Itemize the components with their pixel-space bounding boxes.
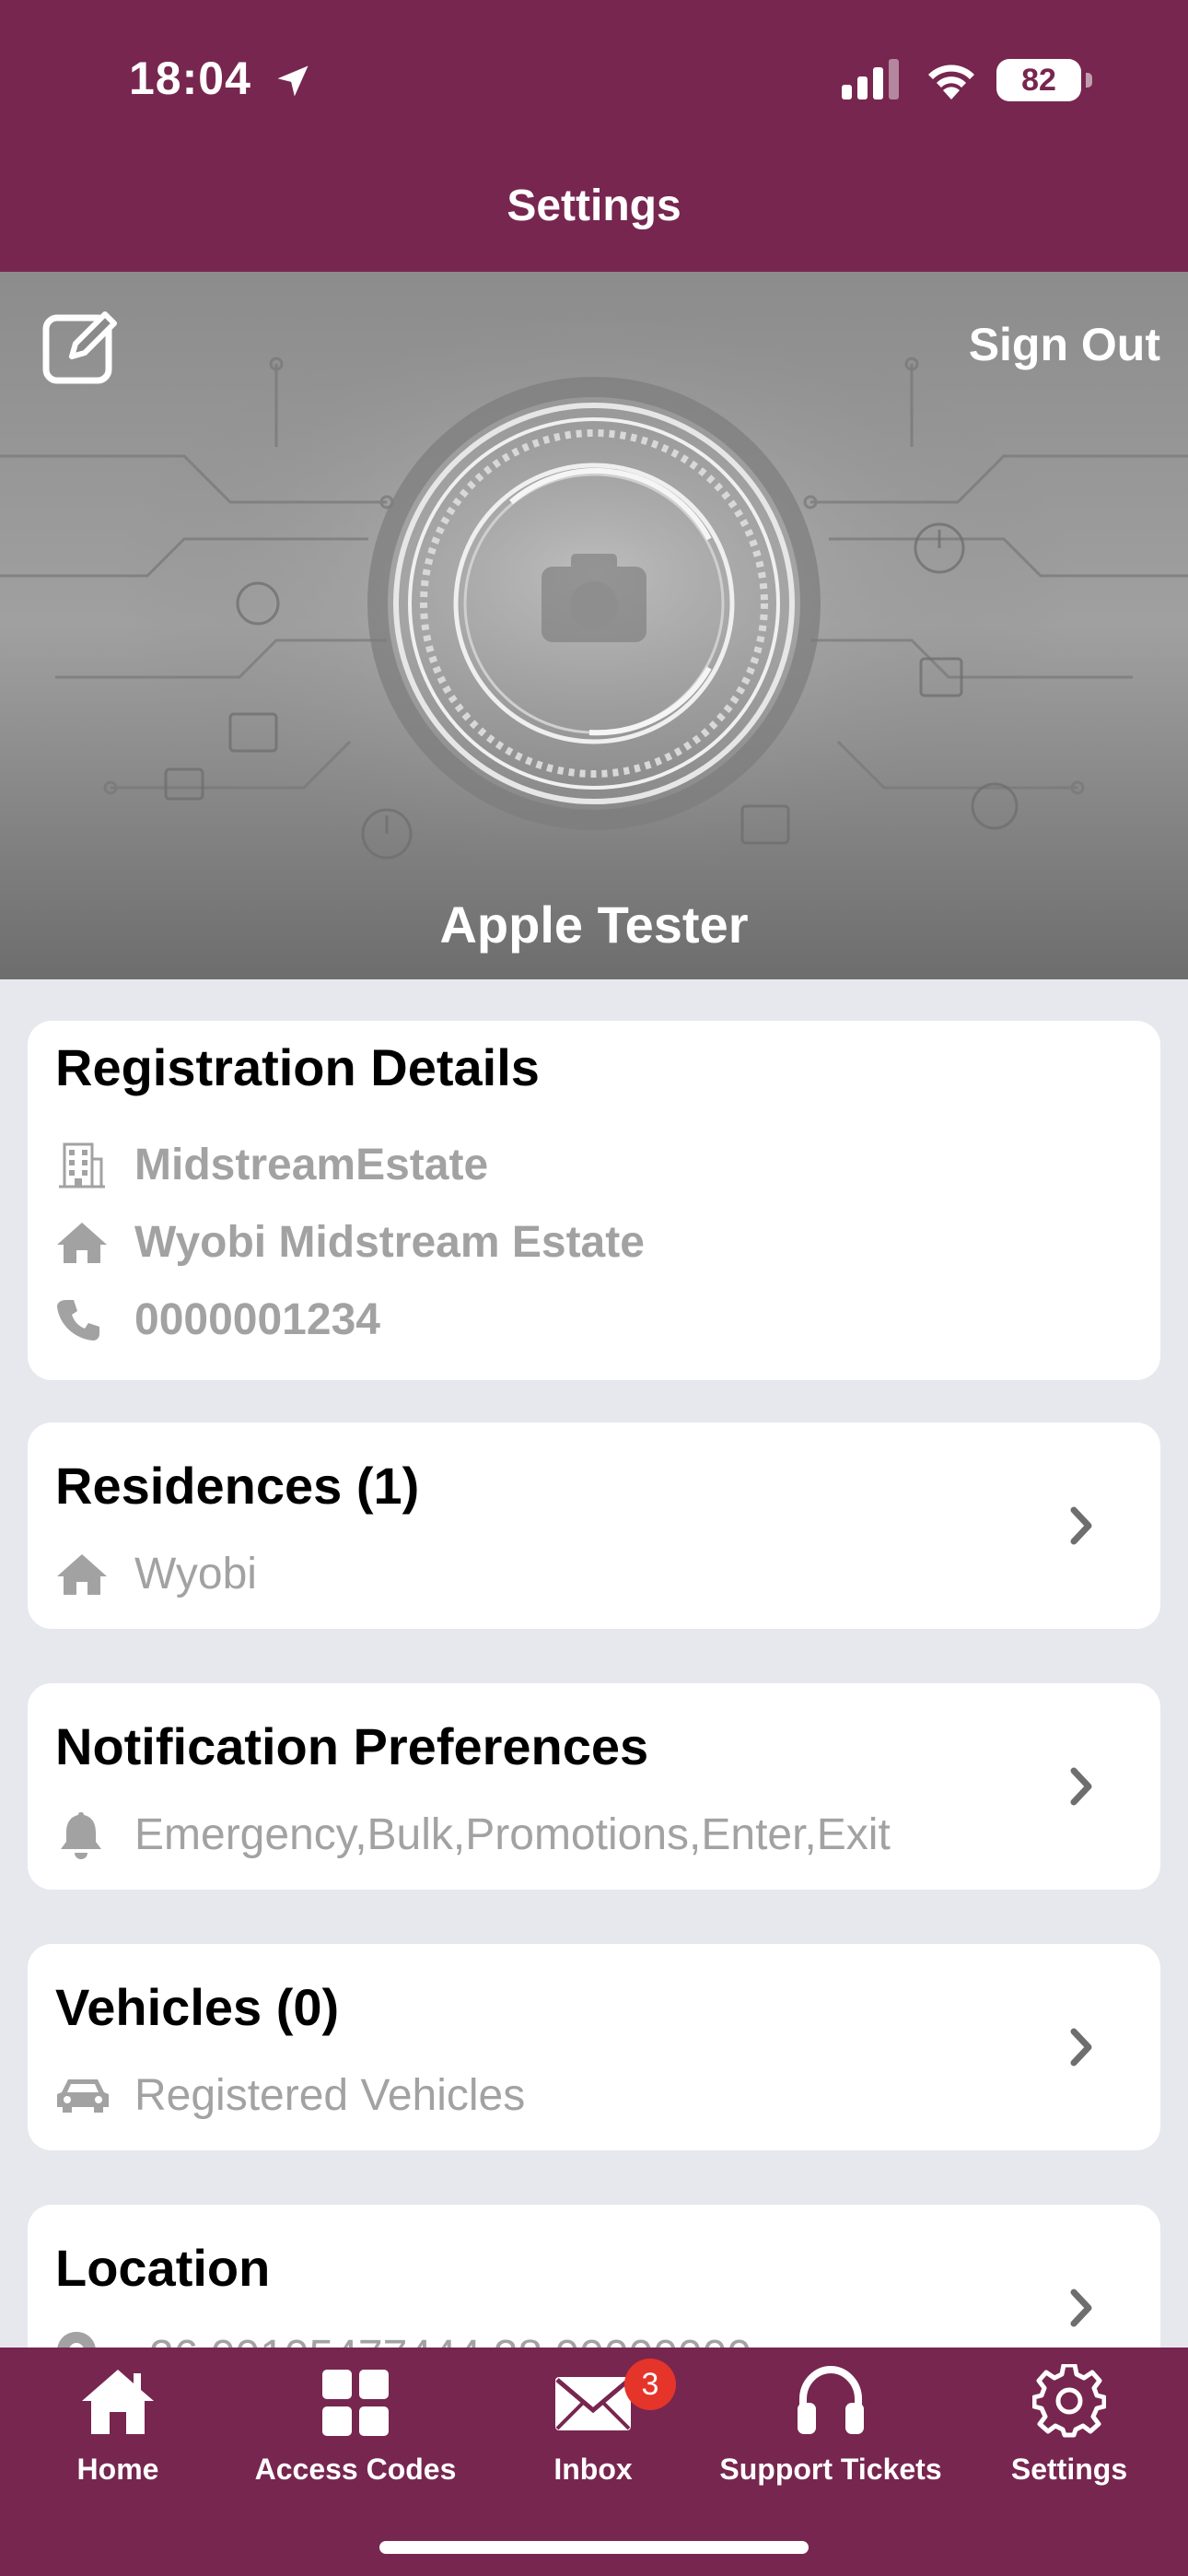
notification-types: Emergency,Bulk,Promotions,Enter,Exit [134, 1809, 891, 1859]
location-title: Location [55, 2239, 271, 2297]
car-icon [55, 2069, 112, 2121]
estate-row: MidstreamEstate [55, 1137, 488, 1192]
phone-row: 0000001234 [55, 1292, 380, 1347]
bell-icon [55, 1809, 112, 1860]
mail-icon [475, 2362, 711, 2445]
inbox-badge: 3 [624, 2359, 676, 2410]
battery-indicator: 82 [996, 59, 1092, 101]
vehicles-title: Vehicles (0) [55, 1978, 340, 2036]
residence-item-label: Wyobi [134, 1549, 257, 1598]
chevron-right-icon [1070, 2028, 1092, 2067]
residence-row: Wyobi Midstream Estate [55, 1214, 645, 1270]
residence-name: Wyobi Midstream Estate [134, 1217, 645, 1267]
gear-icon [950, 2362, 1188, 2445]
tab-home[interactable]: Home [0, 2348, 236, 2495]
page-title: Settings [507, 181, 681, 230]
tab-settings-label: Settings [1010, 2453, 1128, 2486]
home-icon [55, 1216, 112, 1268]
building-icon [55, 1139, 112, 1190]
chevron-right-icon [1070, 2289, 1092, 2327]
battery-level: 82 [1021, 63, 1056, 98]
tab-inbox-label: Inbox [553, 2453, 633, 2486]
chevron-right-icon [1070, 1767, 1092, 1806]
wifi-icon [928, 64, 974, 100]
signal-icon [842, 59, 899, 100]
tab-home-label: Home [76, 2453, 159, 2486]
chevron-right-icon [1070, 1506, 1092, 1545]
notification-preferences-title: Notification Preferences [55, 1717, 649, 1775]
phone-icon [55, 1294, 112, 1345]
notification-types-row: Emergency,Bulk,Promotions,Enter,Exit [55, 1807, 891, 1862]
location-arrow-icon [277, 65, 309, 97]
tab-access-codes-label: Access Codes [254, 2453, 457, 2486]
profile-name: Apple Tester [439, 896, 749, 954]
residences-card[interactable]: Residences (1) Wyobi [28, 1423, 1160, 1629]
tab-support-tickets-label: Support Tickets [719, 2453, 942, 2486]
home-indicator [379, 2541, 809, 2554]
phone-number: 0000001234 [134, 1294, 380, 1344]
headphones-icon [711, 2362, 950, 2445]
nav-bar: Settings [0, 147, 1188, 272]
edit-profile-button[interactable] [41, 305, 123, 388]
sign-out-button[interactable]: Sign Out [969, 318, 1160, 371]
vehicles-card[interactable]: Vehicles (0) Registered Vehicles [28, 1944, 1160, 2150]
tab-settings[interactable]: Settings [950, 2348, 1188, 2495]
tab-access-codes[interactable]: Access Codes [236, 2348, 475, 2495]
residences-title: Residences (1) [55, 1457, 420, 1515]
tab-inbox[interactable]: Inbox [475, 2348, 711, 2495]
registration-details-card: Registration Details MidstreamEstate Wyo… [28, 1021, 1160, 1380]
home-icon [55, 1548, 112, 1599]
tab-support-tickets[interactable]: Support Tickets [711, 2348, 950, 2495]
registration-details-title: Registration Details [55, 1038, 540, 1096]
vehicles-description: Registered Vehicles [134, 2070, 526, 2120]
estate-name: MidstreamEstate [134, 1140, 489, 1189]
home-icon [0, 2362, 236, 2445]
circuit-background [0, 309, 1188, 898]
status-bar: 18:04 82 [0, 0, 1188, 147]
vehicles-row: Registered Vehicles [55, 2067, 525, 2123]
residence-item: Wyobi [55, 1546, 257, 1601]
status-time: 18:04 [129, 53, 251, 104]
grid-icon [236, 2362, 475, 2445]
profile-banner: Sign Out Apple Tester [0, 272, 1188, 979]
notification-preferences-card[interactable]: Notification Preferences Emergency,Bulk,… [28, 1683, 1160, 1890]
